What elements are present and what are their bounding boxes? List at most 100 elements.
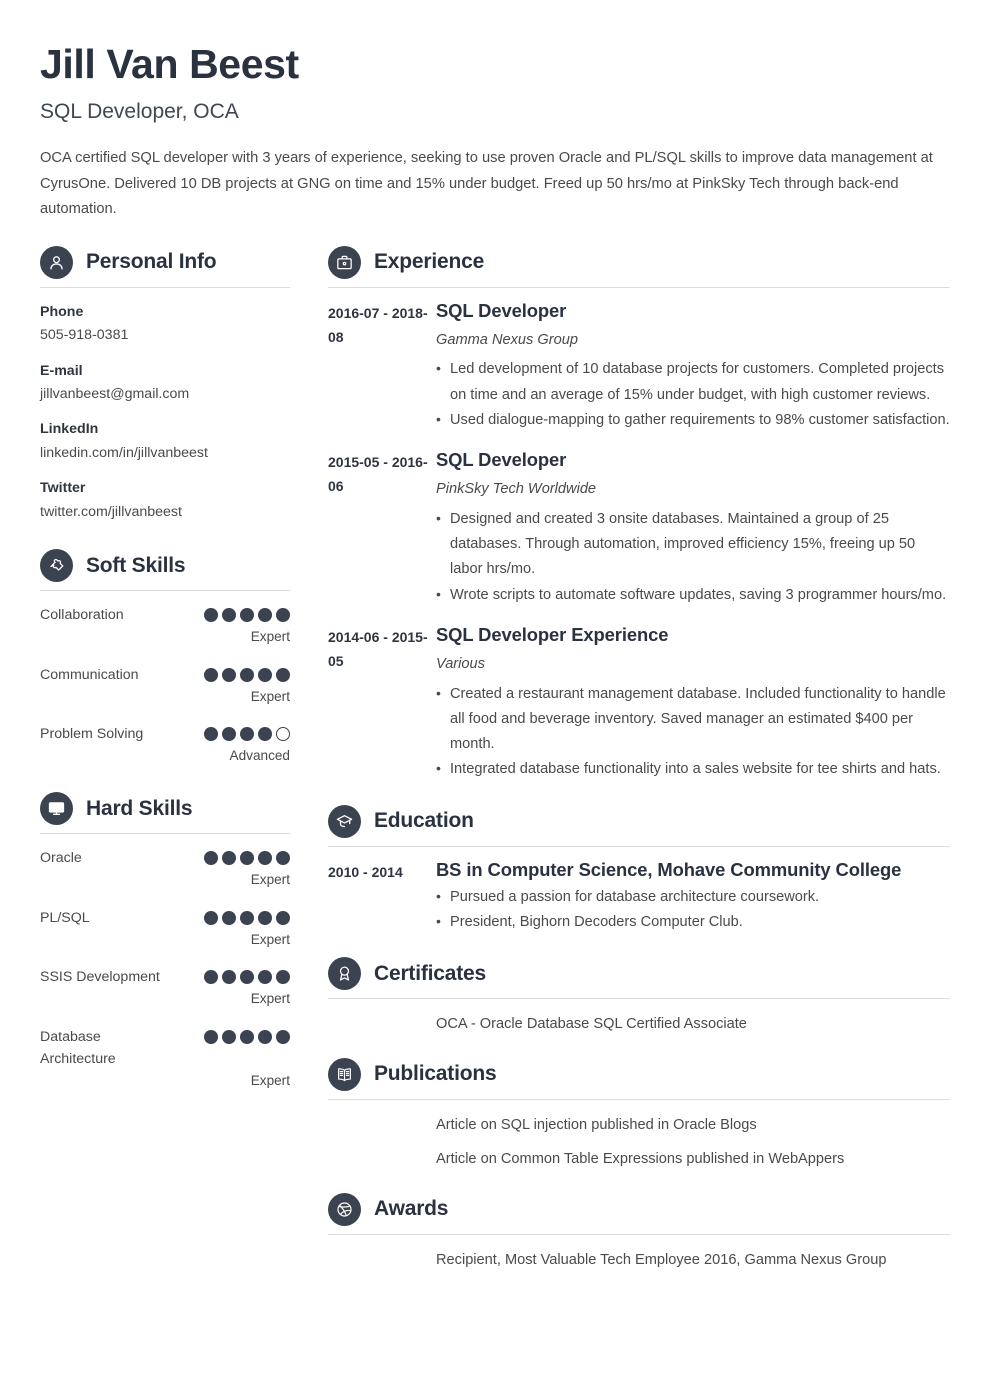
hard-skills-list: Oracle Expert PL/SQL Expert SSIS Develop… xyxy=(40,834,290,1091)
entry-title: BS in Computer Science, Mohave Community… xyxy=(436,858,902,880)
personal-info-item: Phone 505-918-0381 xyxy=(40,302,290,347)
experience-entry: 2016-07 - 2018-08 SQL Developer Gamma Ne… xyxy=(328,299,950,434)
rating-dot-filled xyxy=(204,1029,218,1044)
field-value[interactable]: linkedin.com/in/jillvanbeest xyxy=(40,443,290,464)
skill-item: SSIS Development Expert xyxy=(40,966,290,1009)
rating-dot-filled xyxy=(222,970,236,985)
skill-item: Database Architecture Expert xyxy=(40,1026,290,1091)
skill-level: Expert xyxy=(250,991,290,1007)
rating-dot-filled xyxy=(204,970,218,985)
rating-dot-filled xyxy=(258,1029,272,1044)
section-personal-info: Personal Info Phone 505-918-0381 E-mail … xyxy=(40,245,290,524)
candidate-job-title: SQL Developer, OCA xyxy=(40,100,239,124)
rating-dot-filled xyxy=(204,910,218,925)
entry-bullets: Pursued a passion for database architect… xyxy=(436,884,950,935)
skill-level: Expert xyxy=(250,629,290,645)
bullet-item: Designed and created 3 onsite databases.… xyxy=(436,506,950,583)
bullet-item: Wrote scripts to automate software updat… xyxy=(436,582,950,608)
rating-dot-filled xyxy=(240,608,254,623)
section-title: Soft Skills xyxy=(86,553,186,577)
awards-list: Recipient, Most Valuable Tech Employee 2… xyxy=(328,1235,950,1272)
skill-name: Collaboration xyxy=(40,607,124,624)
entry-bullets: Created a restaurant management database… xyxy=(436,681,950,783)
experience-entries: 2016-07 - 2018-08 SQL Developer Gamma Ne… xyxy=(328,288,950,783)
resume-header: Jill Van Beest SQL Developer, OCA OCA ce… xyxy=(40,40,950,223)
field-value[interactable]: jillvanbeest@gmail.com xyxy=(40,384,290,405)
professional-summary: OCA certified SQL developer with 3 years… xyxy=(40,150,933,218)
section-title: Personal Info xyxy=(86,250,217,274)
personal-info-item: E-mail jillvanbeest@gmail.com xyxy=(40,361,290,406)
rating-dot-filled xyxy=(258,667,272,682)
entry-organization: Gamma Nexus Group xyxy=(436,331,578,348)
list-item: OCA - Oracle Database SQL Certified Asso… xyxy=(436,1016,747,1033)
rating-dot-filled xyxy=(276,667,290,682)
entry-title: SQL Developer xyxy=(436,449,567,471)
skill-name: Database Architecture xyxy=(40,1028,116,1067)
entry-title: SQL Developer xyxy=(436,299,567,321)
skill-item: Communication Expert xyxy=(40,664,290,707)
list-item: Article on SQL injection published in Or… xyxy=(436,1116,757,1133)
section-header: Certificates xyxy=(328,957,950,1000)
skill-rating-dots xyxy=(204,723,290,741)
skill-level: Expert xyxy=(250,931,290,947)
rating-dot-filled xyxy=(276,970,290,985)
bullet-item: Led development of 10 database projects … xyxy=(436,356,950,407)
section-title: Awards xyxy=(374,1197,449,1221)
experience-entry: 2014-06 - 2015-05 SQL Developer Experien… xyxy=(328,623,950,783)
section-title: Hard Skills xyxy=(86,796,193,820)
entry-dates: 2010 - 2014 xyxy=(328,863,403,880)
rating-dot-filled xyxy=(258,851,272,866)
open-book-icon xyxy=(328,1057,361,1091)
resume-columns: Personal Info Phone 505-918-0381 E-mail … xyxy=(40,245,950,1272)
rating-dot-filled xyxy=(276,851,290,866)
skill-rating-dots xyxy=(204,907,290,925)
briefcase-icon xyxy=(328,245,361,279)
candidate-name: Jill Van Beest xyxy=(40,41,299,87)
skill-level: Advanced xyxy=(229,748,290,763)
skill-name: Communication xyxy=(40,666,139,683)
entry-title: SQL Developer Experience xyxy=(436,623,669,645)
section-hard-skills: Hard Skills Oracle Expert PL/SQL Expert … xyxy=(40,792,290,1091)
skill-item: Collaboration Expert xyxy=(40,604,290,647)
section-header: Experience xyxy=(328,245,950,288)
rating-dot-filled xyxy=(222,667,236,682)
monitor-icon xyxy=(40,792,73,826)
field-value[interactable]: 505-918-0381 xyxy=(40,325,290,346)
publications-list: Article on SQL injection published in Or… xyxy=(328,1100,950,1171)
education-entries: 2010 - 2014 BS in Computer Science, Moha… xyxy=(328,847,950,935)
rating-dot-filled xyxy=(258,970,272,985)
rating-dot-filled xyxy=(240,851,254,866)
list-item: Article on Common Table Expressions publ… xyxy=(436,1151,845,1168)
skill-rating-dots xyxy=(204,847,290,866)
personal-info-item: LinkedIn linkedin.com/in/jillvanbeest xyxy=(40,419,290,464)
personal-info-item: Twitter twitter.com/jillvanbeest xyxy=(40,478,290,523)
skill-rating-dots xyxy=(204,604,290,623)
section-education: Education 2010 - 2014 BS in Computer Sci… xyxy=(328,804,950,935)
list-item: Recipient, Most Valuable Tech Employee 2… xyxy=(436,1251,887,1268)
skill-rating-dots xyxy=(204,1026,290,1044)
section-header: Publications xyxy=(328,1057,950,1100)
section-publications: Publications Article on SQL injection pu… xyxy=(328,1057,950,1171)
rating-dot-filled xyxy=(222,727,236,741)
skill-level: Expert xyxy=(250,872,290,888)
rating-dot-filled xyxy=(222,851,236,866)
rating-dot-filled xyxy=(276,1029,290,1044)
skill-item: PL/SQL Expert xyxy=(40,907,290,950)
skill-level: Expert xyxy=(250,1072,290,1088)
rating-dot-filled xyxy=(240,667,254,682)
skill-item: Problem Solving Advanced xyxy=(40,723,290,766)
rating-dot-filled xyxy=(240,910,254,925)
bullet-item: Integrated database functionality into a… xyxy=(436,756,950,782)
section-title: Education xyxy=(374,809,474,833)
section-header: Hard Skills xyxy=(40,792,290,835)
section-header: Awards xyxy=(328,1192,950,1235)
entry-organization: PinkSky Tech Worldwide xyxy=(436,481,597,498)
field-value[interactable]: twitter.com/jillvanbeest xyxy=(40,502,290,523)
rating-dot-filled xyxy=(240,727,254,741)
entry-dates: 2016-07 - 2018-08 xyxy=(328,304,428,345)
entry-dates: 2015-05 - 2016-06 xyxy=(328,454,428,495)
entry-dates: 2014-06 - 2015-05 xyxy=(328,628,428,669)
skill-name: Oracle xyxy=(40,850,82,867)
field-label: LinkedIn xyxy=(40,421,99,438)
rating-dot-filled xyxy=(204,851,218,866)
